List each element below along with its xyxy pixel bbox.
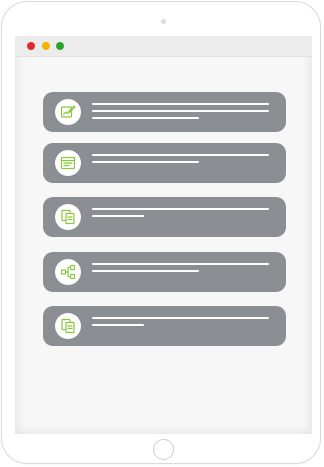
card-icon-badge bbox=[55, 259, 81, 285]
app-window bbox=[15, 36, 312, 434]
list-card-3[interactable] bbox=[43, 197, 286, 237]
edit-document-icon bbox=[60, 105, 76, 118]
placeholder-line bbox=[92, 117, 199, 119]
placeholder-line bbox=[92, 208, 269, 210]
window-close-button[interactable] bbox=[27, 42, 35, 50]
card-icon-badge bbox=[55, 150, 81, 176]
window-minimize-button[interactable] bbox=[42, 42, 50, 50]
workflow-icon bbox=[60, 264, 76, 280]
list-card-5[interactable] bbox=[43, 306, 286, 346]
card-icon-badge bbox=[55, 204, 81, 230]
placeholder-line bbox=[92, 324, 144, 326]
card-icon-badge bbox=[55, 99, 81, 125]
tablet-device-frame bbox=[1, 1, 321, 464]
copy-documents-icon bbox=[61, 209, 75, 225]
browser-window-icon bbox=[60, 156, 76, 170]
list-card-2[interactable] bbox=[43, 143, 286, 183]
placeholder-line bbox=[92, 103, 269, 105]
window-titlebar bbox=[15, 36, 312, 57]
list-card-4[interactable] bbox=[43, 252, 286, 292]
list-card-1[interactable] bbox=[43, 92, 286, 132]
placeholder-line bbox=[92, 154, 269, 156]
window-zoom-button[interactable] bbox=[56, 42, 64, 50]
placeholder-line bbox=[92, 270, 199, 272]
card-icon-badge bbox=[55, 313, 81, 339]
home-button[interactable] bbox=[153, 439, 174, 460]
placeholder-line bbox=[92, 110, 269, 112]
placeholder-line bbox=[92, 161, 199, 163]
copy-documents-icon bbox=[61, 318, 75, 334]
placeholder-line bbox=[92, 317, 269, 319]
placeholder-line bbox=[92, 215, 144, 217]
front-camera bbox=[161, 19, 166, 24]
placeholder-line bbox=[92, 263, 269, 265]
